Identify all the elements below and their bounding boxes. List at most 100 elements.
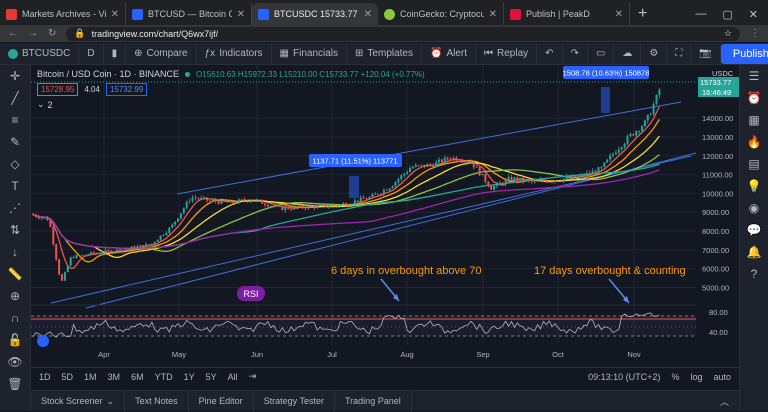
tab-strategy-tester[interactable]: Strategy Tester (254, 390, 336, 412)
browser-tab[interactable]: Markets Archives - Visual Capitalist ✕ (0, 3, 126, 25)
log-toggle[interactable]: log (690, 372, 702, 382)
brush-icon[interactable]: ✎ (0, 131, 30, 153)
price-axis-currency: USDC (712, 69, 734, 78)
forward-icon[interactable]: → (28, 28, 38, 39)
range-1m[interactable]: 1M (84, 372, 97, 382)
lock-drawing-icon[interactable]: 🔓 (0, 329, 30, 351)
close-tab-icon[interactable]: ✕ (237, 9, 245, 20)
measure-label-1[interactable]: 1137.71 (11.51%) 113771 (309, 154, 402, 167)
ruler-icon[interactable]: 📏 (0, 263, 30, 285)
cloud-button[interactable]: ☁ (614, 42, 642, 65)
interval-button[interactable]: D (79, 42, 104, 65)
tab-trading-panel[interactable]: Trading Panel (335, 390, 412, 412)
financials-button[interactable]: ▦ Financials (272, 42, 348, 65)
crosshair-icon[interactable]: ✛ (0, 65, 30, 87)
fullscreen-button[interactable]: ⛶ (667, 42, 692, 65)
undo-button[interactable]: ↶ (537, 42, 563, 65)
chat-icon[interactable]: 💬 (740, 219, 768, 241)
legend-ohlc: O15610.63 H15972.33 L15210.00 C15733.77 … (196, 69, 425, 79)
extensions-icon[interactable]: ⋮ (750, 28, 760, 39)
measure-marker-2[interactable] (601, 87, 610, 113)
percent-toggle[interactable]: % (671, 372, 679, 382)
data-window-icon[interactable]: ▦ (740, 109, 768, 131)
annotation-overbought-1[interactable]: 6 days in overbought above 70 (331, 265, 481, 277)
layout-button[interactable]: ▭ (588, 42, 615, 65)
candle-body (301, 205, 304, 208)
candle-body (275, 205, 278, 207)
close-tab-icon[interactable]: ✕ (489, 9, 497, 20)
expand-panel-icon[interactable]: ︿ (720, 395, 739, 408)
chart-style-button[interactable]: ▮ (104, 42, 127, 65)
tab-stock-screener[interactable]: Stock Screener ⌄ (31, 390, 126, 412)
pattern-icon[interactable]: ⋰ (0, 197, 30, 219)
candle-body (345, 203, 348, 206)
watchlist-icon[interactable]: ☰ (740, 65, 768, 87)
alerts-icon[interactable]: ⏰ (740, 87, 768, 109)
help-icon[interactable]: ? (740, 263, 768, 285)
range-5y[interactable]: 5Y (206, 372, 217, 382)
maximize-icon[interactable]: ▢ (722, 8, 732, 21)
replay-button[interactable]: ⏮ Replay (476, 42, 538, 65)
shapes-icon[interactable]: ◇ (0, 153, 30, 175)
ideas-icon[interactable]: 💡 (740, 175, 768, 197)
indicators-toggle-icon[interactable]: ⌄ (37, 99, 45, 110)
bid-price-box[interactable]: 15728.95 (37, 83, 79, 96)
symbol-search[interactable]: BTCUSDC (0, 42, 80, 65)
zoom-icon[interactable]: ⊕ (0, 285, 30, 307)
range-1y[interactable]: 1Y (184, 372, 195, 382)
range-all[interactable]: All (228, 372, 238, 382)
trash-icon[interactable]: 🗑 (0, 373, 30, 395)
notifications-icon[interactable]: 🔔 (740, 241, 768, 263)
close-tab-icon[interactable]: ✕ (111, 9, 119, 20)
trend-line-icon[interactable]: ╱ (0, 87, 30, 109)
auto-toggle[interactable]: auto (713, 372, 731, 382)
close-tab-icon[interactable]: ✕ (615, 9, 623, 20)
range-5d[interactable]: 5D (62, 372, 74, 382)
tab-pine-editor[interactable]: Pine Editor (189, 390, 254, 412)
snapshot-button[interactable]: 📷 (691, 42, 721, 65)
minimize-icon[interactable]: — (695, 8, 706, 20)
publish-button[interactable]: Publish (720, 43, 768, 64)
ask-price-box[interactable]: 15732.99 (105, 83, 148, 96)
templates-button[interactable]: ⊞ Templates (347, 42, 422, 65)
indicators-button[interactable]: ƒx Indicators (197, 42, 272, 65)
fib-icon[interactable]: ≡ (0, 109, 30, 131)
new-tab-button[interactable]: + (630, 3, 655, 25)
tab-text-notes[interactable]: Text Notes (125, 390, 189, 412)
prediction-icon[interactable]: ⇅ (0, 219, 30, 241)
hotlist-icon[interactable]: 🔥 (740, 131, 768, 153)
annotation-overbought-2[interactable]: 17 days overbought & counting (534, 265, 686, 277)
arrow-down-icon[interactable]: ↓ (0, 241, 30, 263)
magnet-icon[interactable]: ∩ (0, 307, 30, 329)
rsi-collapse-icon[interactable] (37, 335, 49, 347)
reload-icon[interactable]: ↻ (48, 28, 56, 39)
legend-symbol-name[interactable]: Bitcoin / USD Coin · 1D · BINANCE (37, 69, 179, 79)
back-icon[interactable]: ← (8, 28, 18, 39)
range-ytd[interactable]: YTD (155, 372, 173, 382)
bookmark-star-icon[interactable]: ☆ (724, 28, 732, 39)
browser-tab[interactable]: CoinGecko: Cryptocurrency Prices ✕ (378, 3, 504, 25)
redo-button[interactable]: ↷ (563, 42, 588, 65)
url-field[interactable]: 🔒 tradingview.com/chart/Q6wx7ijf/ ☆ (66, 26, 740, 41)
browser-tab-active[interactable]: BTCUSDC 15733.77 ▲ +0.77% Unnamed ✕ (252, 3, 378, 25)
rsi-badge[interactable]: RSI (237, 286, 265, 301)
measure-marker-1[interactable] (349, 176, 359, 198)
alert-button[interactable]: ⏰ Alert (422, 42, 477, 65)
range-3m[interactable]: 3M (108, 372, 121, 382)
price-chart[interactable]: 1137.71 (11.51%) 113771 1508.78 (10.63%)… (31, 65, 739, 367)
range-1d[interactable]: 1D (39, 372, 51, 382)
browser-tab[interactable]: BTCUSD — Bitcoin Chart and Price ✕ (126, 3, 252, 25)
range-6m[interactable]: 6M (131, 372, 144, 382)
calendar-icon[interactable]: ▤ (740, 153, 768, 175)
close-window-icon[interactable]: ✕ (749, 8, 758, 21)
close-tab-icon[interactable]: ✕ (364, 9, 372, 20)
settings-button[interactable]: ⚙ (641, 42, 668, 65)
clock-label[interactable]: 09:13:10 (UTC+2) (588, 372, 660, 382)
streams-icon[interactable]: ◉ (740, 197, 768, 219)
measure-label-2[interactable]: 1508.78 (10.63%) 150878 (563, 66, 650, 79)
browser-tab[interactable]: Publish | PeakD ✕ (504, 3, 630, 25)
text-icon[interactable]: T (0, 175, 30, 197)
compare-button[interactable]: ⊕ Compare (126, 42, 197, 65)
eye-icon[interactable]: 👁 (0, 351, 30, 373)
goto-date-icon[interactable]: ⇥ (249, 371, 257, 382)
